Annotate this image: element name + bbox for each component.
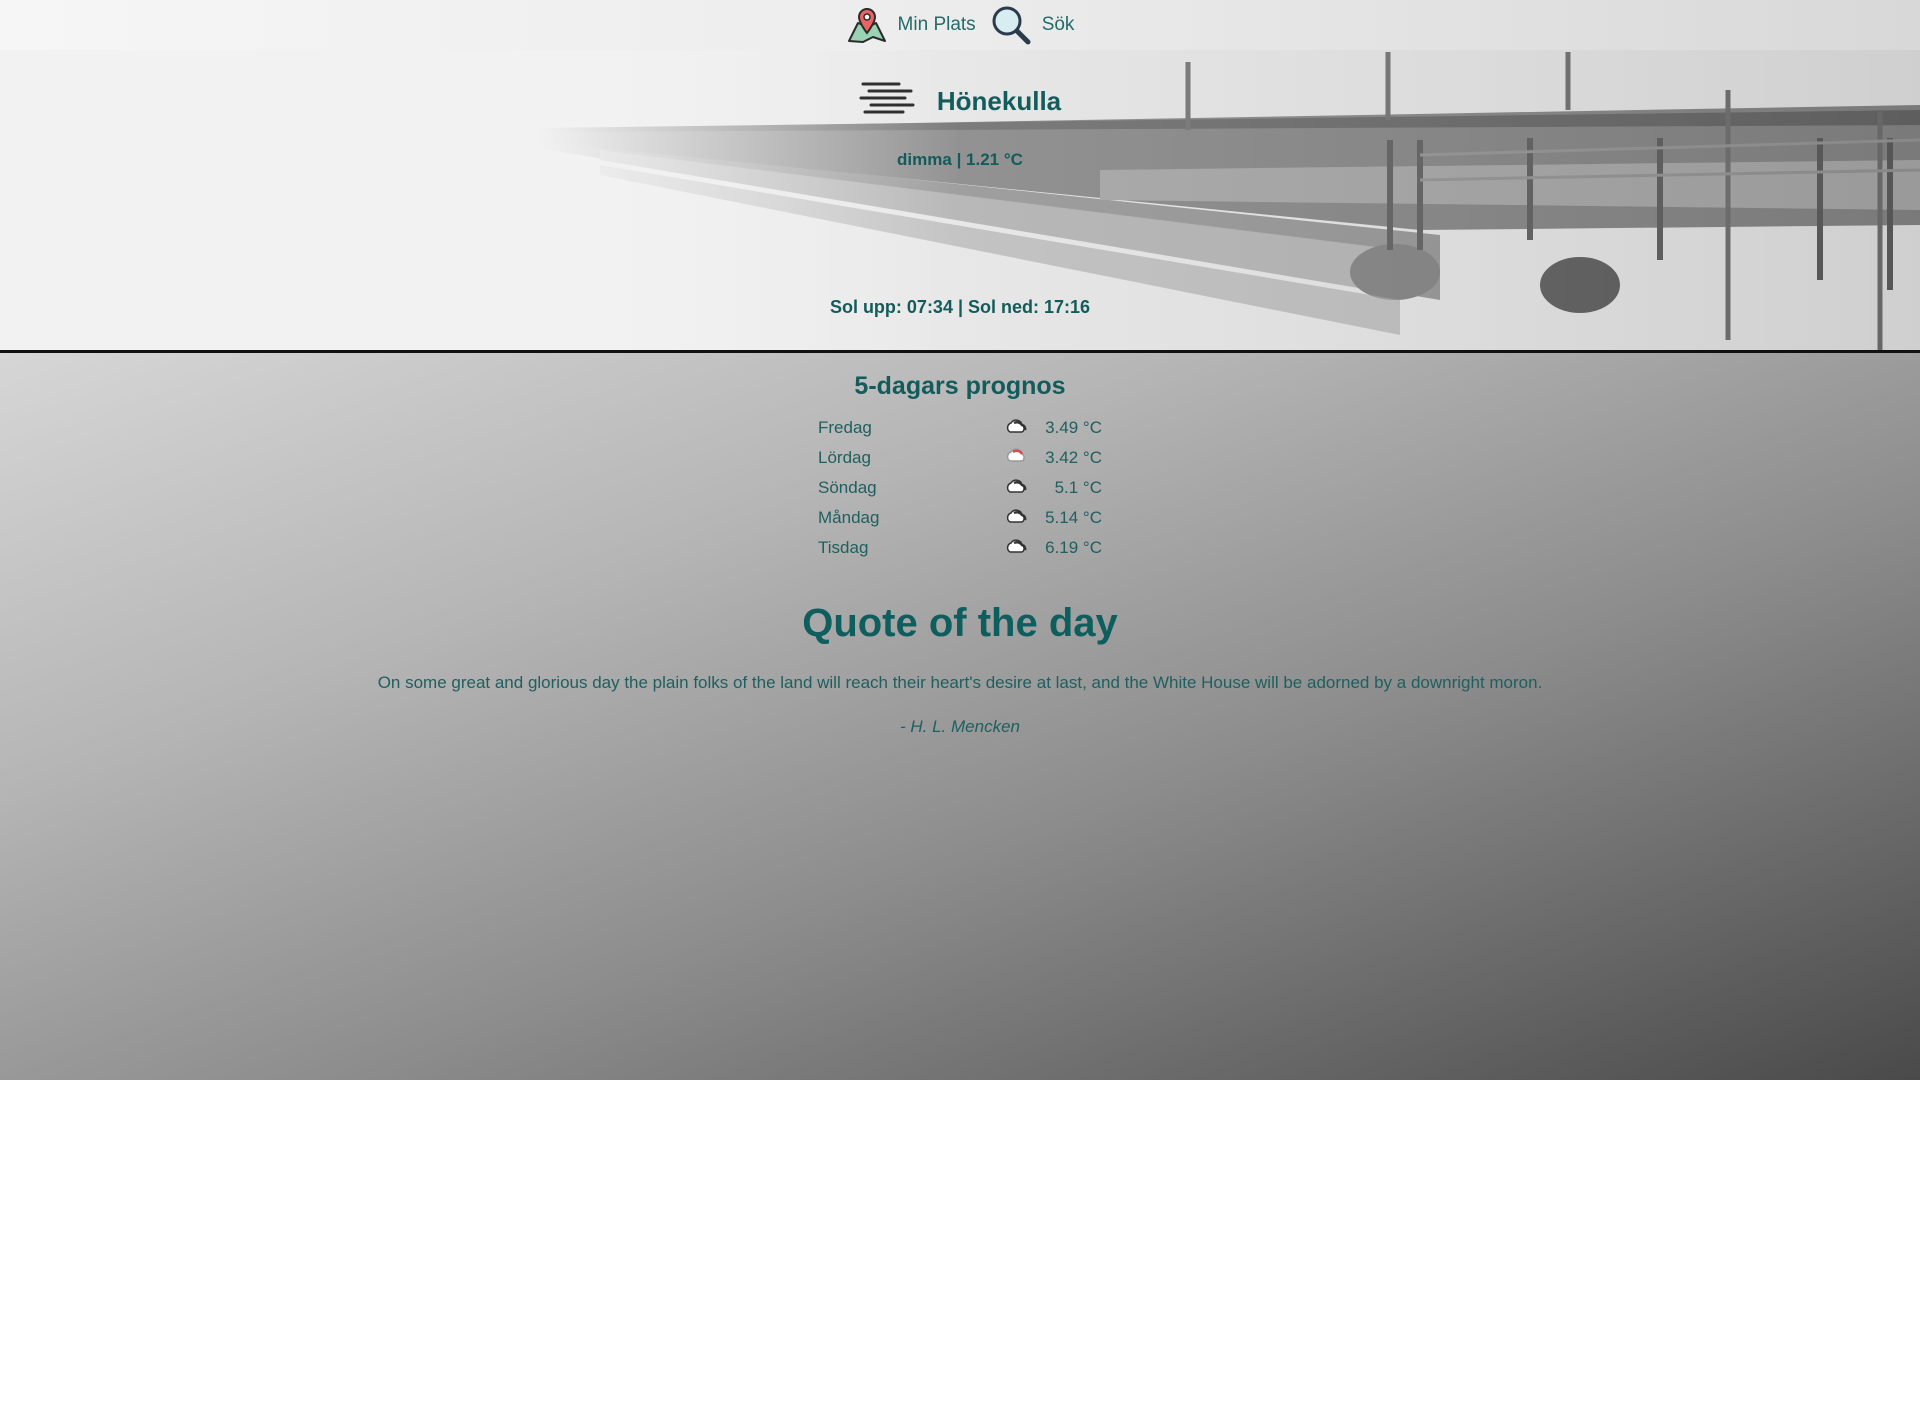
quote-title: Quote of the day — [802, 601, 1118, 645]
search-label: Sök — [1041, 14, 1075, 35]
current-conditions: dimma | 1.21 °C — [897, 150, 1023, 169]
search-link[interactable]: Sök — [990, 4, 1075, 46]
cloud-rain-icon — [1004, 448, 1028, 469]
forecast-row: Måndag 5.14 °C — [818, 503, 1102, 533]
fog-icon — [859, 78, 915, 125]
current-weather-hero: Hönekulla dimma | 1.21 °C Sol upp: 07:34… — [0, 50, 1920, 353]
forecast-day: Söndag — [818, 478, 877, 497]
forecast-day: Lördag — [818, 448, 871, 467]
search-icon — [990, 4, 1032, 46]
forecast-list: Fredag 3.49 °C Lördag 3.42 °C Söndag 5.1… — [818, 413, 1102, 563]
forecast-temp: 3.42 °C — [1045, 448, 1102, 467]
sunrise-sunset: Sol upp: 07:34 | Sol ned: 17:16 — [829, 297, 1091, 317]
forecast-temp: 5.1 °C — [1054, 478, 1102, 497]
forecast-row: Lördag 3.42 °C — [818, 443, 1102, 473]
quote-text: On some great and glorious day the plain… — [377, 673, 1543, 692]
forecast-temp: 5.14 °C — [1045, 508, 1102, 527]
forecast-temp: 3.49 °C — [1045, 418, 1102, 437]
city-name: Hönekulla — [936, 86, 1062, 116]
cloud-icon — [1004, 478, 1028, 499]
my-location-label: Min Plats — [897, 14, 976, 35]
forecast-day: Tisdag — [818, 538, 869, 557]
top-nav: Min Plats Sök — [0, 0, 1920, 50]
main-content: 5-dagars prognos Fredag 3.49 °C Lördag 3… — [0, 353, 1920, 1080]
quote-author: - H. L. Mencken — [900, 717, 1020, 736]
forecast-row: Fredag 3.49 °C — [818, 413, 1102, 443]
cloud-icon — [1004, 508, 1028, 529]
forecast-temp: 6.19 °C — [1045, 538, 1102, 557]
my-location-link[interactable]: Min Plats — [846, 5, 976, 45]
forecast-row: Tisdag 6.19 °C — [818, 533, 1102, 563]
forecast-day: Måndag — [818, 508, 880, 527]
cloud-icon — [1004, 418, 1028, 439]
forecast-day: Fredag — [818, 418, 872, 437]
cloud-icon — [1004, 538, 1028, 559]
forecast-title: 5-dagars prognos — [854, 372, 1066, 400]
map-pin-icon — [846, 5, 888, 45]
forecast-row: Söndag 5.1 °C — [818, 473, 1102, 503]
